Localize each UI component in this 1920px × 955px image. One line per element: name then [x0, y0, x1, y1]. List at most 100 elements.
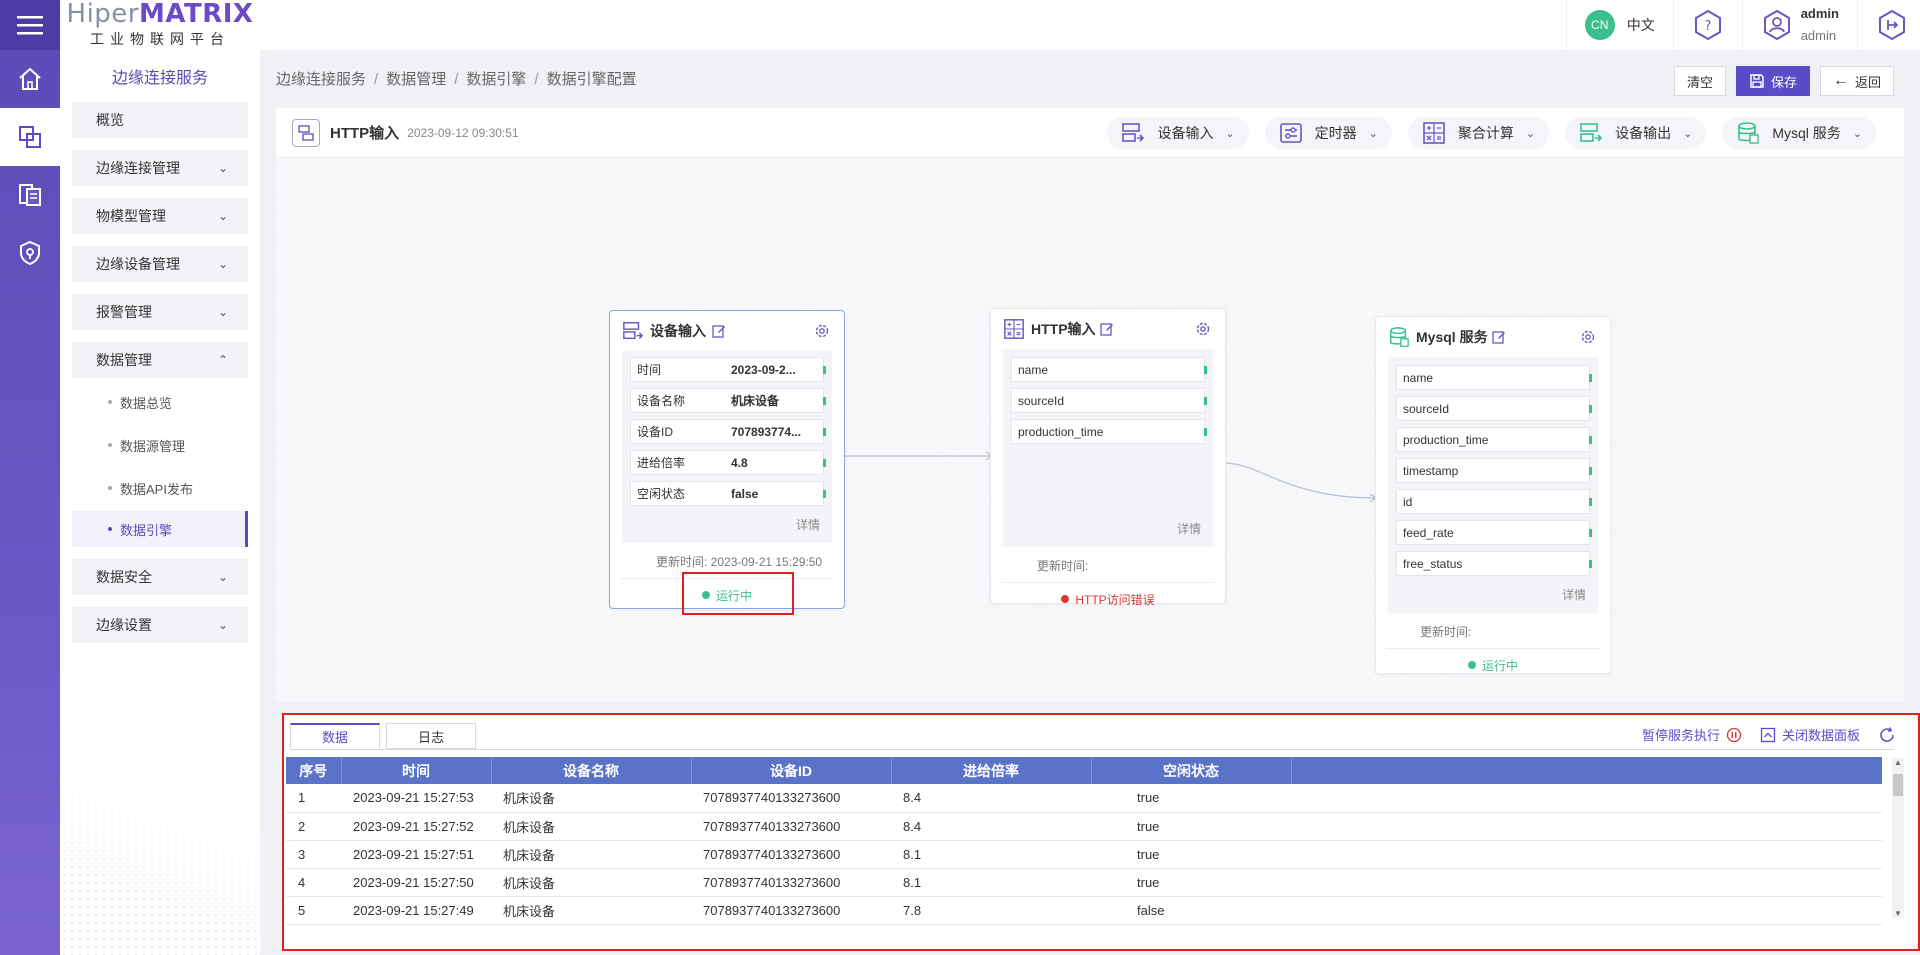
cell-time: 2023-09-21 15:27:53 [341, 784, 491, 813]
table-row[interactable]: 5 2023-09-21 15:27:49 机床设备 7078937740133… [286, 896, 1882, 925]
close-label: 关闭数据面板 [1781, 728, 1860, 743]
edit-icon[interactable] [1099, 322, 1114, 336]
sidebar-item-edge-setting[interactable]: 边缘设置 ⌄ [72, 607, 248, 643]
close-panel-button[interactable]: 关闭数据面板 [1760, 725, 1860, 744]
gear-icon[interactable] [1195, 321, 1211, 337]
clear-button[interactable]: 清空 [1673, 66, 1726, 96]
output-port[interactable] [823, 397, 826, 405]
sidebar-subitem-data-overview[interactable]: 数据总览 [72, 382, 248, 422]
output-port[interactable] [1204, 428, 1207, 436]
node-mysql[interactable]: Mysql 服务 name sourceId production_time t… [1375, 316, 1611, 674]
sidebar-item-data-mgmt[interactable]: 数据管理 ⌃ [72, 342, 248, 378]
detail-link[interactable]: 详情 [1011, 450, 1205, 543]
table-row[interactable]: 4 2023-09-21 15:27:50 机床设备 7078937740133… [286, 868, 1882, 897]
sidebar-item-alarm[interactable]: 报警管理 ⌄ [72, 294, 248, 330]
security-icon[interactable] [0, 224, 60, 282]
output-port[interactable] [1589, 436, 1592, 444]
scroll-up-icon[interactable]: ▲ [1892, 758, 1904, 767]
cell-time: 2023-09-21 15:27:49 [341, 896, 491, 925]
logout-icon[interactable] [1857, 0, 1920, 50]
col-free-status: 空闲状态 [1091, 757, 1292, 784]
table-row[interactable]: 2 2023-09-21 15:27:52 机床设备 7078937740133… [286, 812, 1882, 841]
sidebar-subitem-data-source[interactable]: 数据源管理 [72, 425, 248, 465]
output-port[interactable] [1589, 560, 1592, 568]
canvas-date: 2023-09-12 09:30:51 [407, 125, 519, 140]
output-port[interactable] [823, 459, 826, 467]
tool-mysql[interactable]: Mysql 服务 ⌄ [1722, 117, 1876, 149]
language-label: 中文 [1626, 17, 1655, 33]
output-port[interactable] [823, 366, 826, 374]
cell-time: 2023-09-21 15:27:51 [341, 840, 491, 869]
user-menu[interactable]: admin admin [1741, 0, 1857, 50]
tab-log[interactable]: 日志 [386, 723, 476, 749]
sidebar-subitem-data-engine[interactable]: 数据引擎 [72, 511, 248, 547]
table-scrollbar[interactable]: ▲ ▼ [1892, 758, 1904, 918]
language-switch[interactable]: CN 中文 [1565, 0, 1673, 50]
gear-icon[interactable] [1580, 329, 1596, 345]
home-icon[interactable] [0, 50, 60, 108]
sidebar-item-edge-conn[interactable]: 边缘连接管理 ⌄ [72, 150, 248, 186]
tool-aggregate[interactable]: 聚合计算 ⌄ [1407, 117, 1550, 149]
gear-icon[interactable] [814, 323, 830, 339]
output-port[interactable] [823, 428, 826, 436]
breadcrumb-item[interactable]: 边缘连接服务 [276, 71, 366, 88]
node-device-input[interactable]: 设备输入 时间 2023-09-2... 设备名称 机床设备 设备ID 7078937… [609, 310, 845, 609]
panel-actions: 暂停服务执行 关闭数据面板 [1642, 725, 1896, 744]
detail-link[interactable]: 详情 [1396, 582, 1590, 609]
scroll-down-icon[interactable]: ▼ [1892, 909, 1904, 918]
field-key: 进给倍率 [637, 456, 686, 470]
tool-label: 设备输出 [1615, 125, 1672, 141]
flow-canvas[interactable]: 设备输入 时间 2023-09-2... 设备名称 机床设备 设备ID 7078937… [276, 158, 1904, 702]
refresh-icon[interactable] [1878, 726, 1896, 744]
cell-feed-rate: 8.1 [891, 868, 1091, 897]
node-field: sourceId [1011, 388, 1207, 413]
sidebar-item-data-security[interactable]: 数据安全 ⌄ [72, 559, 248, 595]
help-icon[interactable]: ? [1672, 0, 1742, 50]
chevron-down-icon: ⌄ [1225, 127, 1235, 140]
calculator-icon [1423, 122, 1445, 144]
cell-free-status: true [1091, 868, 1291, 897]
breadcrumb-item[interactable]: 数据管理 [386, 71, 446, 88]
sidebar-item-label: 物模型管理 [96, 208, 166, 224]
pause-service-button[interactable]: 暂停服务执行 [1642, 725, 1742, 744]
device-input-icon [1122, 123, 1145, 142]
save-button[interactable]: 保存 [1735, 66, 1810, 96]
scroll-thumb[interactable] [1893, 774, 1903, 796]
breadcrumb-item[interactable]: 数据引擎 [466, 71, 526, 88]
sidebar-item-edge-device[interactable]: 边缘设备管理 ⌄ [72, 246, 248, 282]
edit-icon[interactable] [1491, 330, 1506, 344]
tool-device-output[interactable]: 设备输出 ⌄ [1565, 117, 1707, 149]
edge-connect-icon[interactable] [0, 108, 60, 166]
output-port[interactable] [1589, 405, 1592, 413]
data-icon[interactable] [0, 166, 60, 224]
tab-data[interactable]: 数据 [290, 723, 380, 749]
table-row[interactable]: 3 2023-09-21 15:27:51 机床设备 7078937740133… [286, 840, 1882, 869]
output-port[interactable] [1589, 374, 1592, 382]
panel-tabs: 数据 日志 [290, 723, 476, 749]
cell-filler [1291, 868, 1882, 897]
output-port[interactable] [1589, 529, 1592, 537]
tool-timer[interactable]: 定时器 ⌄ [1264, 117, 1392, 149]
sidebar-item-model[interactable]: 物模型管理 ⌄ [72, 198, 248, 234]
tool-device-input[interactable]: 设备输入 ⌄ [1107, 117, 1249, 149]
output-port[interactable] [1589, 467, 1592, 475]
back-button[interactable]: ← 返回 [1819, 66, 1894, 96]
table-row[interactable]: 1 2023-09-21 15:27:53 机床设备 7078937740133… [286, 784, 1882, 813]
breadcrumb-sep: / [454, 71, 459, 88]
logo-part2: MATRIX [139, 0, 254, 29]
sidebar-subitem-data-api[interactable]: 数据API发布 [72, 468, 248, 508]
menu-icon[interactable] [0, 0, 60, 50]
breadcrumb-sep: / [534, 71, 539, 88]
sidebar-subitem-label: 数据API发布 [120, 481, 193, 497]
detail-link[interactable]: 详情 [630, 512, 824, 539]
output-port[interactable] [1204, 366, 1207, 374]
output-port[interactable] [823, 490, 826, 498]
output-port[interactable] [1589, 498, 1592, 506]
output-port[interactable] [1204, 397, 1207, 405]
input-port[interactable] [1394, 374, 1397, 382]
sidebar-item-overview[interactable]: 概览 [72, 102, 248, 138]
sidebar-subitem-label: 数据引擎 [120, 522, 173, 538]
node-http-input[interactable]: HTTP输入 name sourceId production_time 详情 … [990, 308, 1226, 607]
node-fields: 时间 2023-09-2... 设备名称 机床设备 设备ID 707893774...… [622, 351, 832, 543]
edit-icon[interactable] [712, 324, 726, 338]
